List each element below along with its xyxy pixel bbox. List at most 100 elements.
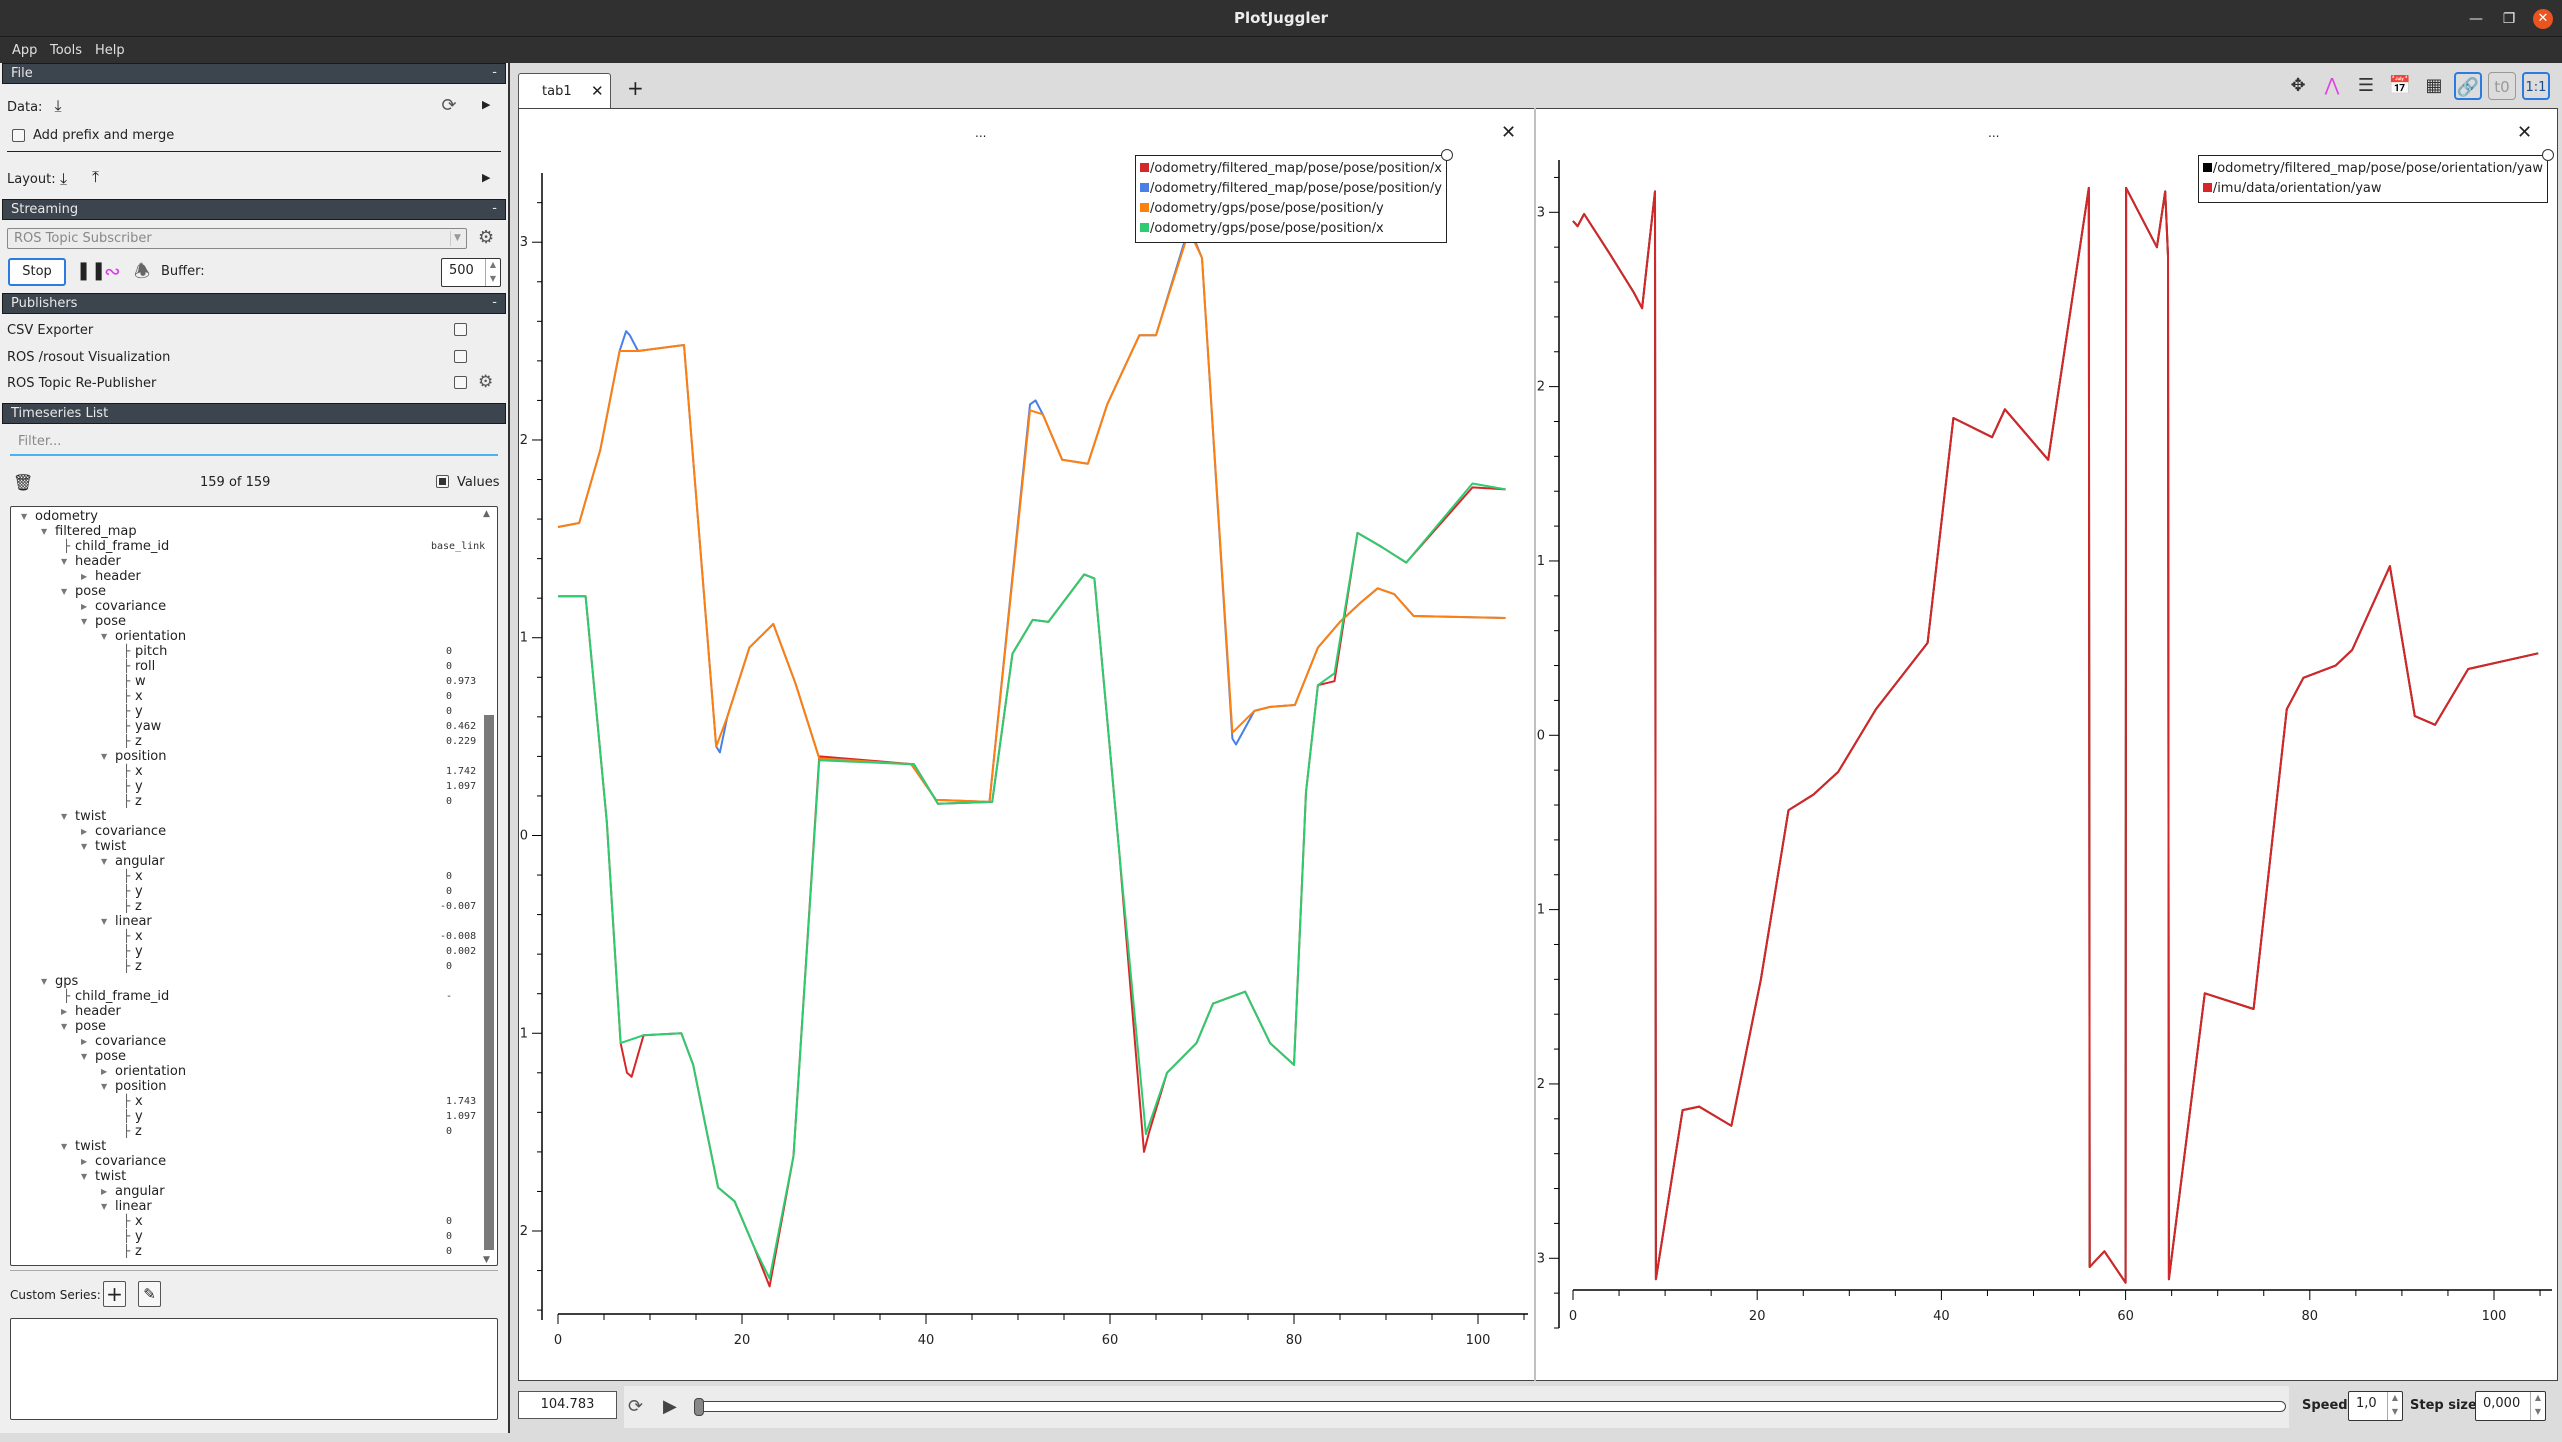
tree-item[interactable]: ▼ position (11, 749, 481, 764)
expanded-arrow-icon[interactable]: ▼ (101, 914, 107, 929)
tree-item[interactable]: ▶ covariance (11, 599, 481, 614)
grid-icon[interactable]: ▦ (2420, 72, 2448, 100)
streaming-settings-gear-icon[interactable]: ⚙ (478, 227, 494, 248)
pause-icon[interactable]: ❚❚ (76, 260, 106, 281)
tree-item[interactable]: ├ child_frame_id - (11, 989, 481, 1004)
add-custom-series-button[interactable]: + (103, 1281, 126, 1307)
menu-help[interactable]: Help (95, 43, 125, 58)
collapsed-arrow-icon[interactable]: ▶ (61, 1004, 67, 1019)
tree-item[interactable]: ▶ header (11, 1004, 481, 1019)
publisher-republisher-checkbox[interactable] (454, 376, 467, 389)
expanded-arrow-icon[interactable]: ▼ (61, 1139, 67, 1154)
tree-item[interactable]: ▼ orientation (11, 629, 481, 644)
timeseries-section-header[interactable]: Timeseries List (2, 403, 506, 424)
add-tab-button[interactable]: + (627, 76, 644, 100)
link-icon[interactable]: 🔗 (2454, 72, 2482, 100)
step-size-spinbox[interactable]: 0,000 ▲ ▼ (2475, 1391, 2546, 1421)
tree-item[interactable]: ▶ covariance (11, 1034, 481, 1049)
tree-item[interactable]: ├ y 1.097 (11, 1109, 481, 1124)
list-icon[interactable]: ☰ (2352, 72, 2380, 100)
collapsed-arrow-icon[interactable]: ▶ (81, 1154, 87, 1169)
collapse-icon[interactable]: - (492, 65, 497, 80)
expanded-arrow-icon[interactable]: ▼ (101, 1199, 107, 1214)
add-prefix-checkbox[interactable] (12, 129, 25, 142)
scrollbar-thumb[interactable] (484, 715, 494, 1250)
tree-item[interactable]: ▼ linear (11, 1199, 481, 1214)
spin-up-icon[interactable]: ▲ (2531, 1392, 2545, 1406)
play-icon[interactable]: ▶ (663, 1396, 677, 1417)
tree-item[interactable]: ▼ twist (11, 1169, 481, 1184)
notification-bell-icon[interactable]: 🕭 (134, 259, 150, 289)
buffer-spinbox[interactable]: 500 ▲ ▼ (441, 258, 501, 287)
tree-item[interactable]: ├ x 1.742 (11, 764, 481, 779)
timeseries-filter-input[interactable]: Filter... (10, 430, 498, 456)
expanded-arrow-icon[interactable]: ▼ (101, 629, 107, 644)
tree-item[interactable]: ├ y 0.002 (11, 944, 481, 959)
tree-scrollbar[interactable]: ▲ ▼ (482, 509, 496, 1265)
tree-item[interactable]: ▼ angular (11, 854, 481, 869)
republisher-settings-gear-icon[interactable]: ⚙ (478, 372, 493, 392)
tree-item[interactable]: ├ y 0 (11, 1229, 481, 1244)
expanded-arrow-icon[interactable]: ▼ (81, 839, 87, 854)
publishers-section-header[interactable]: Publishers - (2, 293, 506, 314)
tree-item[interactable]: ├ y 0 (11, 884, 481, 899)
maximize-icon[interactable]: ❐ (2499, 9, 2519, 29)
time-slider-handle[interactable] (694, 1398, 704, 1416)
tree-item[interactable]: ├ z 0 (11, 1124, 481, 1139)
expanded-arrow-icon[interactable]: ▼ (81, 614, 87, 629)
tree-item[interactable]: ▼ pose (11, 1049, 481, 1064)
tree-item[interactable]: ▶ angular (11, 1184, 481, 1199)
reload-icon[interactable]: ⟳ (438, 95, 460, 117)
tree-item[interactable]: ├ yaw 0.462 (11, 719, 481, 734)
collapsed-arrow-icon[interactable]: ▶ (101, 1064, 107, 1079)
plot-splitter[interactable] (1534, 108, 1536, 1381)
spin-up-icon[interactable]: ▲ (486, 259, 500, 273)
t0-icon[interactable]: t0 (2488, 72, 2516, 100)
tree-item[interactable]: ├ z -0.007 (11, 899, 481, 914)
collapsed-arrow-icon[interactable]: ▶ (81, 599, 87, 614)
chart-canvas[interactable]: -3 -2 -1 0 1 2 3 0 20 40 60 80 100 (1537, 110, 2556, 1379)
expanded-arrow-icon[interactable]: ▼ (101, 854, 107, 869)
publisher-csv-exporter-checkbox[interactable] (454, 323, 467, 336)
legend-entry[interactable]: /odometry/gps/pose/pose/position/x (1140, 219, 1442, 239)
tree-item[interactable]: ├ x 0 (11, 1214, 481, 1229)
tree-item[interactable]: ▼ odometry (11, 509, 481, 524)
load-data-icon[interactable]: ⤓ (48, 96, 68, 116)
time-slider-track[interactable] (696, 1401, 2286, 1412)
expanded-arrow-icon[interactable]: ▼ (41, 974, 47, 989)
legend-entry[interactable]: /odometry/filtered_map/pose/pose/positio… (1140, 159, 1442, 179)
streaming-source-select[interactable]: ROS Topic Subscriber ▼ (7, 228, 467, 249)
chart-canvas[interactable]: -2 -1 0 1 2 3 0 20 40 60 80 100 (520, 110, 1532, 1379)
tree-item[interactable]: ├ z 0.229 (11, 734, 481, 749)
tree-item[interactable]: ▼ linear (11, 914, 481, 929)
file-section-header[interactable]: File - (2, 63, 506, 84)
delete-trash-icon[interactable]: 🗑 (13, 473, 33, 492)
tree-item[interactable]: ├ roll 0 (11, 659, 481, 674)
collapse-icon[interactable]: - (492, 201, 497, 216)
tree-item[interactable]: ▼ gps (11, 974, 481, 989)
tree-item[interactable]: ├ y 0 (11, 704, 481, 719)
tree-item[interactable]: ├ pitch 0 (11, 644, 481, 659)
tree-item[interactable]: ▶ covariance (11, 1154, 481, 1169)
tree-item[interactable]: ├ z 0 (11, 1244, 481, 1259)
tree-item[interactable]: ▼ twist (11, 809, 481, 824)
expanded-arrow-icon[interactable]: ▼ (101, 1079, 107, 1094)
scroll-up-icon[interactable]: ▲ (483, 509, 490, 519)
timeline-icon[interactable]: ⋀ (2318, 72, 2346, 100)
tree-item[interactable]: ▼ header (11, 554, 481, 569)
expanded-arrow-icon[interactable]: ▼ (61, 584, 67, 599)
expanded-arrow-icon[interactable]: ▼ (61, 1019, 67, 1034)
move-icon[interactable]: ✥ (2284, 72, 2312, 100)
legend-entry[interactable]: /odometry/filtered_map/pose/pose/orienta… (2202, 159, 2543, 179)
edit-custom-series-button[interactable]: ✎ (138, 1281, 161, 1307)
expanded-arrow-icon[interactable]: ▼ (21, 509, 27, 524)
tree-item[interactable]: ├ x 0 (11, 869, 481, 884)
collapsed-arrow-icon[interactable]: ▶ (81, 824, 87, 839)
tree-item[interactable]: ├ w 0.973 (11, 674, 481, 689)
collapsed-arrow-icon[interactable]: ▶ (81, 1034, 87, 1049)
sidebar-splitter[interactable] (508, 63, 510, 1433)
tree-item[interactable]: ▼ twist (11, 839, 481, 854)
load-layout-icon[interactable]: ⤓ (60, 169, 67, 189)
tree-item[interactable]: ▼ pose (11, 584, 481, 599)
streaming-section-header[interactable]: Streaming - (2, 199, 506, 220)
